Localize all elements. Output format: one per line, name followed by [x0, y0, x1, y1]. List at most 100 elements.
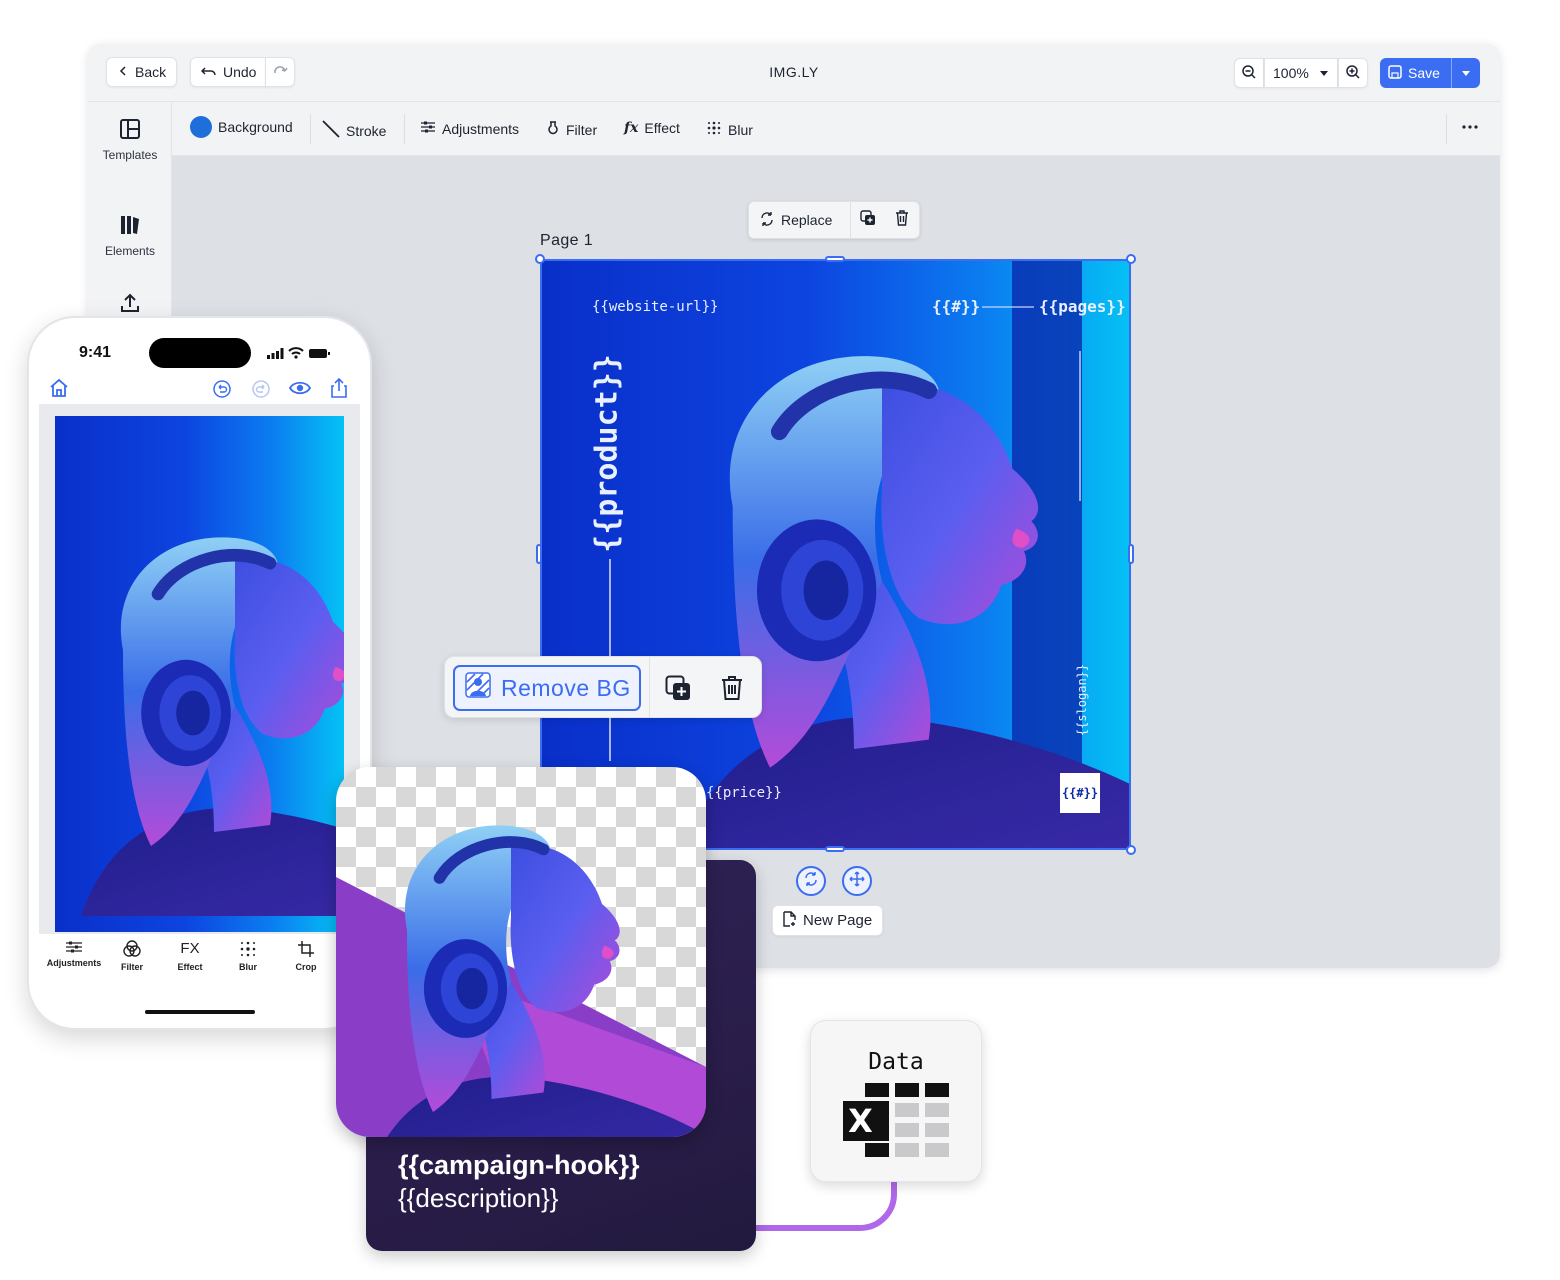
fx-icon: fx [624, 120, 639, 136]
toolbar-divider [310, 114, 311, 144]
caret-down-icon [1461, 65, 1471, 81]
fx-icon: FX [180, 940, 200, 957]
resize-handle[interactable] [1128, 544, 1134, 564]
page-number-placeholder[interactable]: {{#}} [932, 297, 980, 316]
duplicate-button[interactable] [665, 675, 691, 706]
preview-button[interactable] [288, 380, 312, 401]
remove-bg-icon [465, 672, 491, 704]
replace-button[interactable]: Replace [749, 202, 851, 238]
redo-icon [252, 380, 270, 402]
campaign-hook-placeholder[interactable]: {{campaign-hook}} [398, 1150, 640, 1181]
home-button[interactable] [49, 378, 69, 403]
data-title: Data [868, 1049, 924, 1075]
zoom-select[interactable]: 100% [1264, 58, 1338, 88]
toolbar-divider [404, 114, 405, 144]
cutout-image [336, 767, 706, 1137]
phone-tool-crop[interactable]: Crop [277, 940, 335, 972]
filter-tool[interactable]: Filter [546, 120, 597, 139]
number-badge[interactable]: {{#}} [1060, 773, 1100, 813]
image-popover: Replace [748, 201, 920, 239]
filter-icon [103, 940, 161, 958]
spreadsheet-icon: X [843, 1081, 953, 1164]
duplicate-icon [665, 675, 691, 705]
phone-image[interactable] [55, 416, 344, 932]
popover-divider [649, 657, 650, 717]
phone-tool-blur[interactable]: Blur [219, 940, 277, 972]
rotate-icon [803, 871, 819, 892]
phone-tool-filter[interactable]: Filter [103, 940, 161, 972]
price-placeholder[interactable]: {{price}} [706, 785, 782, 801]
trash-icon [895, 209, 909, 231]
dynamic-island [149, 338, 251, 368]
effect-label: Effect [644, 120, 680, 136]
zoom-value: 100% [1273, 65, 1309, 81]
stroke-label: Stroke [346, 122, 387, 139]
resize-handle[interactable] [825, 256, 845, 262]
data-source-tile[interactable]: Data X [810, 1020, 982, 1182]
resize-handle[interactable] [1126, 845, 1136, 855]
stroke-tool[interactable]: Stroke [322, 120, 386, 141]
color-swatch [190, 116, 212, 138]
pages-placeholder[interactable]: {{pages}} [1039, 297, 1126, 316]
zoom-out-icon [1241, 64, 1257, 83]
remove-bg-button[interactable]: Remove BG [453, 665, 641, 711]
move-button[interactable] [842, 866, 872, 896]
remove-bg-preview[interactable] [336, 767, 706, 1137]
move-icon [849, 870, 865, 892]
caret-down-icon [1319, 65, 1329, 81]
delete-button[interactable] [721, 675, 743, 706]
sliders-icon [45, 940, 103, 954]
home-icon [49, 378, 69, 402]
stroke-icon [322, 120, 340, 141]
description-placeholder[interactable]: {{description}} [398, 1183, 558, 1214]
adjustments-tool[interactable]: Adjustments [420, 120, 519, 137]
sidebar-item-templates[interactable]: Templates [88, 118, 172, 162]
blur-label: Blur [728, 121, 753, 138]
artboard[interactable]: {{website-url}} {{#}} {{pages}} {{produc… [540, 259, 1131, 850]
phone-portrait-image [55, 416, 344, 932]
slogan-placeholder[interactable]: {{slogan}} [1075, 650, 1089, 750]
phone-tool-label: Blur [239, 962, 257, 972]
resize-handle[interactable] [536, 544, 542, 564]
website-url-placeholder[interactable]: {{website-url}} [592, 299, 718, 315]
save-options-button[interactable] [1452, 65, 1480, 81]
phone-tool-label: Crop [295, 962, 317, 972]
more-button[interactable] [1462, 114, 1478, 135]
properties-toolbar: Background Stroke Adjustments Filter fx … [172, 102, 1500, 156]
background-tool[interactable]: Background [190, 116, 293, 138]
resize-handle[interactable] [1126, 254, 1136, 264]
crop-icon [277, 940, 335, 958]
save-button-group: Save [1380, 58, 1480, 88]
phone-tool-label: Adjustments [46, 958, 102, 968]
zoom-in-button[interactable] [1338, 58, 1368, 88]
blur-tool[interactable]: Blur [706, 120, 753, 139]
excel-glyph: X [848, 1102, 873, 1140]
phone-mockup: 9:41 Adjustments Filter FX Effect Blur C… [27, 316, 372, 1030]
undo-button[interactable] [213, 380, 231, 403]
share-button[interactable] [331, 377, 347, 403]
toolbar-divider [1446, 114, 1447, 144]
save-button[interactable]: Save [1380, 58, 1452, 88]
background-label: Background [218, 119, 293, 135]
product-placeholder[interactable]: {{product}} [590, 354, 625, 554]
filter-icon [546, 120, 560, 139]
effect-tool[interactable]: fx Effect [624, 120, 680, 136]
page-label: Page 1 [540, 232, 594, 249]
replace-icon [759, 211, 775, 230]
zoom-out-button[interactable] [1234, 58, 1264, 88]
resize-handle[interactable] [825, 846, 845, 852]
status-time: 9:41 [79, 344, 112, 361]
phone-tool-adjustments[interactable]: Adjustments [45, 940, 103, 968]
remove-bg-popover: Remove BG [444, 656, 762, 718]
remove-bg-label: Remove BG [501, 674, 631, 701]
delete-button[interactable] [885, 209, 919, 231]
duplicate-button[interactable] [851, 209, 885, 231]
blur-icon [706, 120, 722, 139]
new-page-button[interactable]: New Page [772, 905, 884, 936]
rotate-button[interactable] [796, 866, 826, 896]
status-icons [267, 346, 331, 365]
redo-button[interactable] [252, 380, 270, 403]
sidebar-item-elements[interactable]: Elements [88, 214, 172, 258]
phone-tool-effect[interactable]: FX Effect [161, 940, 219, 972]
resize-handle[interactable] [535, 254, 545, 264]
